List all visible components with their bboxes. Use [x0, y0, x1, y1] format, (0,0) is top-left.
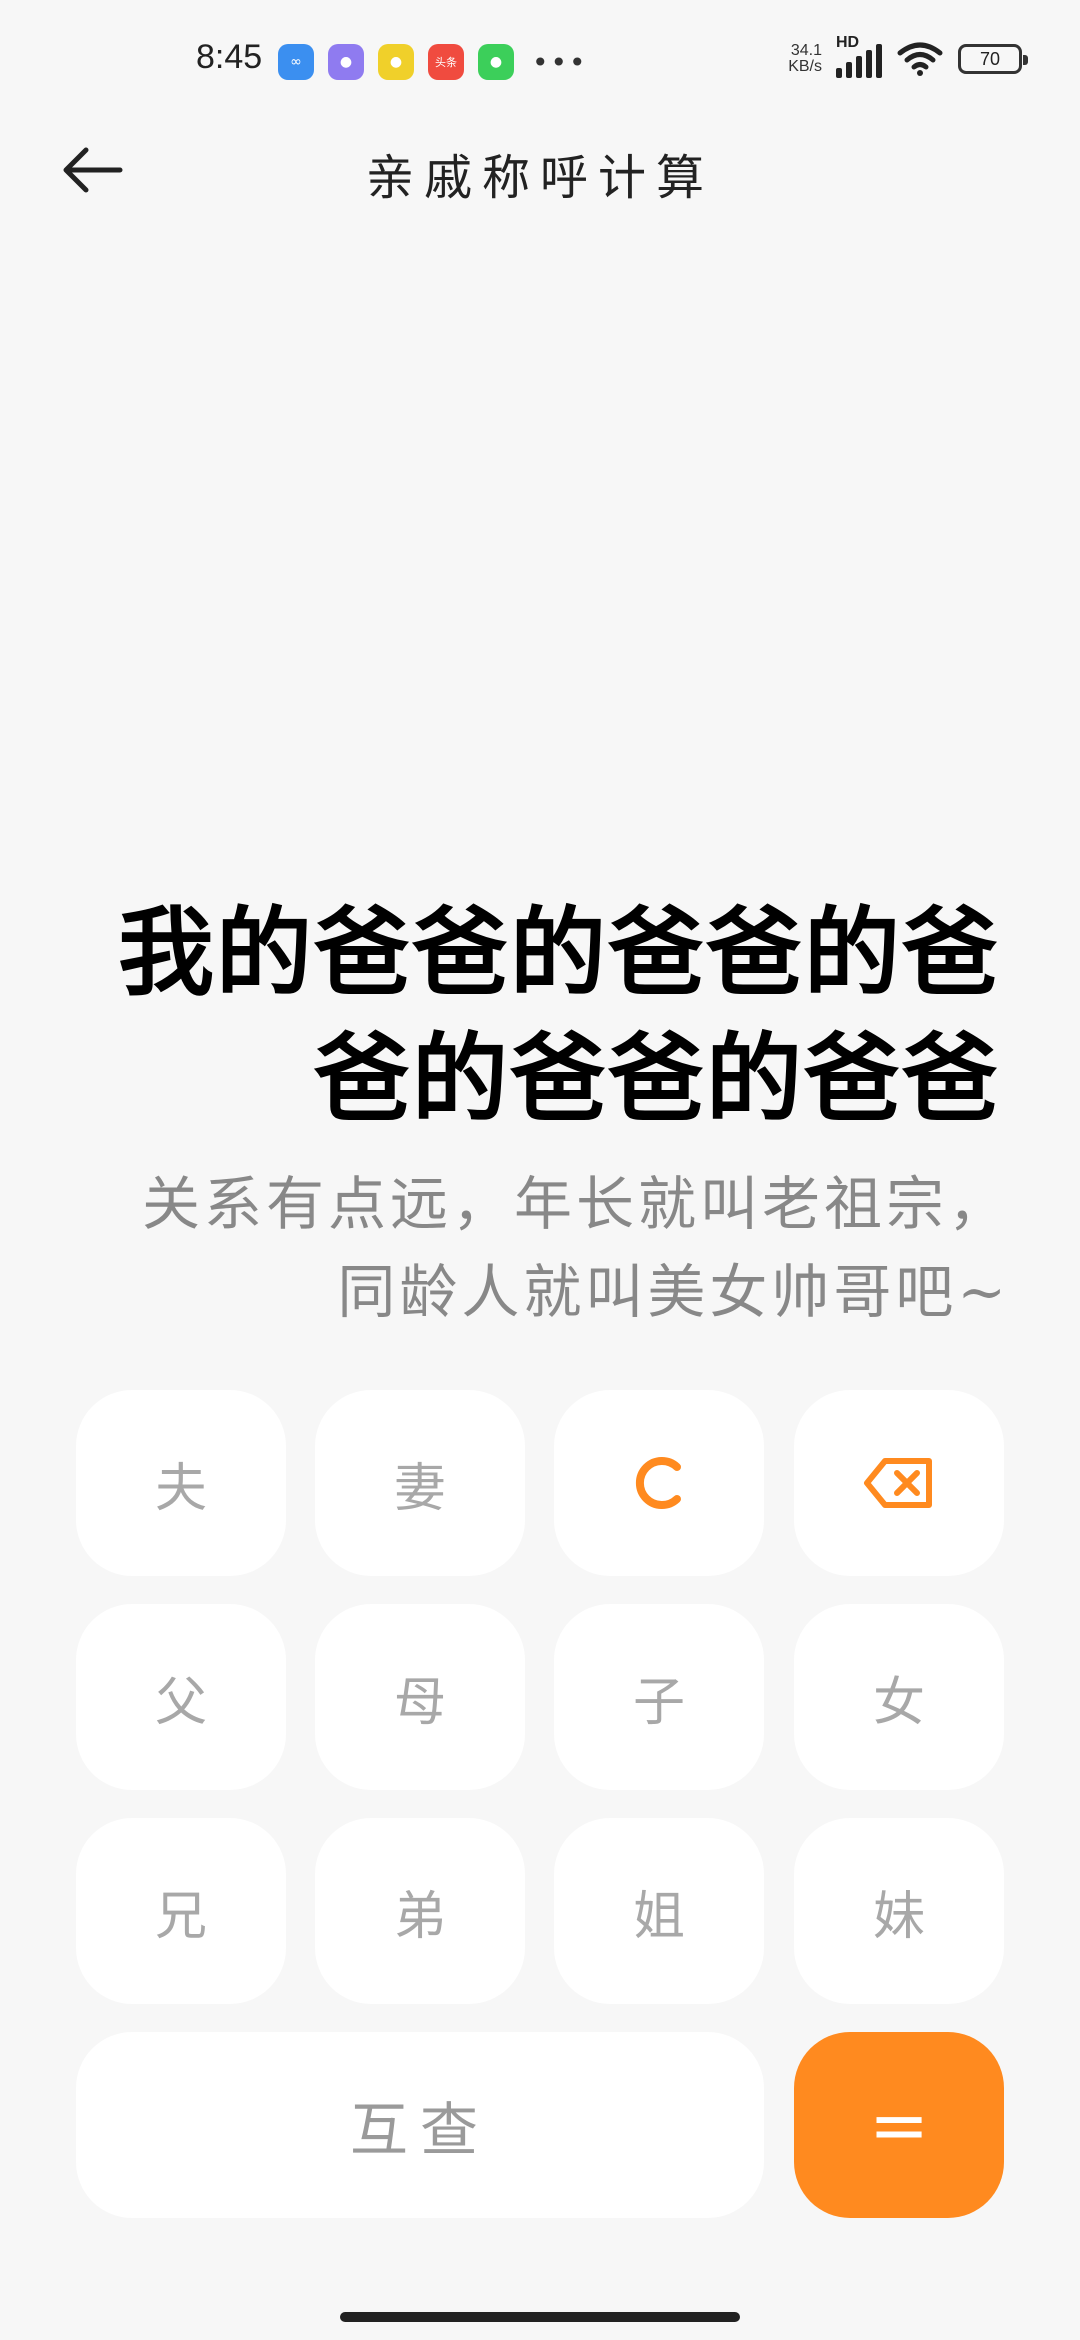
key-father[interactable]: 父 [76, 1604, 286, 1790]
backspace-button[interactable] [794, 1390, 1004, 1576]
result-note: 关系有点远，年长就叫老祖宗， 同龄人就叫美女帅哥吧~ [60, 1160, 1010, 1336]
key-younger-brother[interactable]: 弟 [315, 1818, 525, 2004]
note-line-1: 关系有点远，年长就叫老祖宗， [141, 1170, 1010, 1238]
status-bar: 8:45 ∞ ● ● 头条 ● ••• 34.1 KB/s HD 70 [0, 0, 1080, 120]
result-display: 我的爸爸的爸爸的爸 爸的爸爸的爸爸 [80, 890, 1000, 1142]
equals-button[interactable]: = [794, 2032, 1004, 2218]
hd-label: HD [836, 34, 860, 51]
browser-app-icon: ● [328, 44, 364, 80]
toutiao-app-icon: 头条 [428, 44, 464, 80]
battery-level: 70 [979, 48, 1001, 69]
status-time: 8:45 [196, 38, 263, 76]
cell-signal-icon: HD [836, 34, 882, 78]
page-title: 亲戚称呼计算 [365, 150, 714, 206]
wifi-icon [897, 42, 943, 76]
status-app-icons: ∞ ● ● 头条 ● ••• [278, 44, 588, 80]
clear-button[interactable] [554, 1390, 764, 1576]
more-notifications-icon: ••• [532, 45, 588, 79]
network-speed-value: 34.1 [790, 42, 822, 59]
key-husband[interactable]: 夫 [76, 1390, 286, 1576]
result-line-2: 爸的爸爸的爸爸 [314, 1022, 1000, 1135]
backspace-icon [864, 1458, 932, 1508]
app-bar: 亲戚称呼计算 [0, 120, 1080, 220]
key-younger-sister[interactable]: 妹 [794, 1818, 1004, 2004]
status-indicators: 34.1 KB/s HD 70 [788, 34, 1028, 78]
network-speed-unit: KB/s [788, 58, 822, 75]
clear-c-icon [635, 1457, 681, 1509]
baidu-app-icon: ∞ [278, 44, 314, 80]
key-elder-sister[interactable]: 姐 [554, 1818, 764, 2004]
key-elder-brother[interactable]: 兄 [76, 1818, 286, 2004]
network-speed: 34.1 KB/s [788, 43, 822, 75]
note-line-2: 同龄人就叫美女帅哥吧~ [337, 1258, 1010, 1326]
qq-app-icon: ● [378, 44, 414, 80]
key-wife[interactable]: 妻 [315, 1390, 525, 1576]
home-indicator[interactable] [340, 2312, 740, 2322]
key-daughter[interactable]: 女 [794, 1604, 1004, 1790]
key-mother[interactable]: 母 [315, 1604, 525, 1790]
key-son[interactable]: 子 [554, 1604, 764, 1790]
result-line-1: 我的爸爸的爸爸的爸 [118, 896, 1000, 1009]
battery-icon: 70 [958, 44, 1028, 74]
mutual-lookup-button[interactable]: 互查 [76, 2032, 764, 2218]
wechat-app-icon: ● [478, 44, 514, 80]
